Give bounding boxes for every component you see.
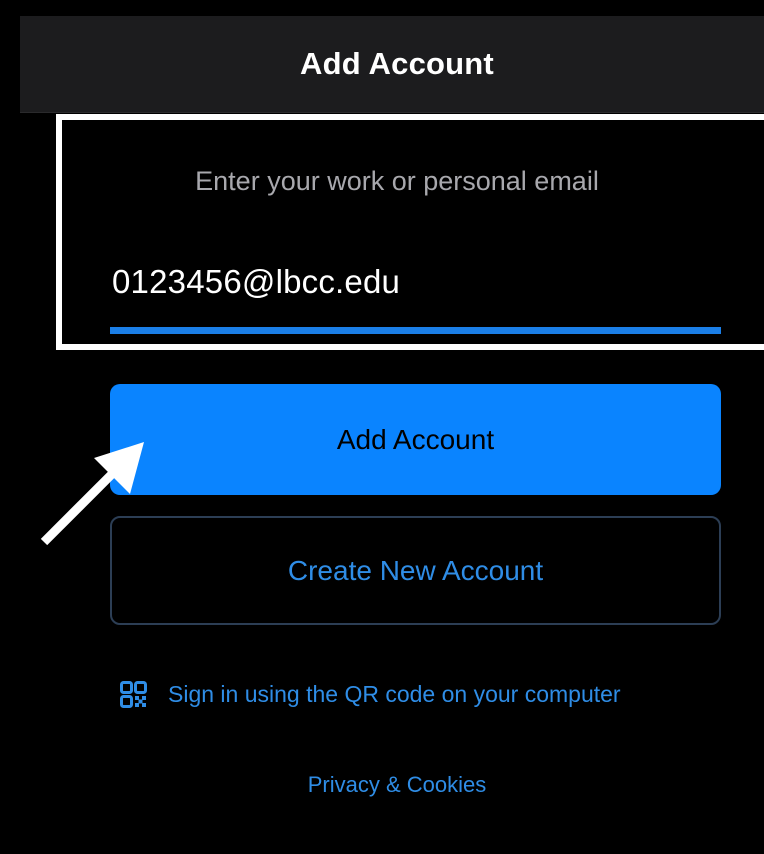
qr-code-icon [120,680,147,708]
pointer-arrow-icon [40,442,144,546]
add-account-button-label: Add Account [336,423,495,455]
email-highlight-annotation [56,114,764,350]
page-title: Add Account [300,46,494,81]
create-new-account-button[interactable]: Create New Account [110,516,721,625]
screenshot-frame: Add Account Enter your work or personal … [0,0,764,854]
privacy-cookies-link[interactable]: Privacy & Cookies [20,772,764,798]
create-new-account-button-label: Create New Account [287,554,544,586]
qr-sign-in-link[interactable]: Sign in using the QR code on your comput… [120,674,621,714]
add-account-button[interactable]: Add Account [110,384,721,495]
title-bar: Add Account [20,16,764,113]
qr-sign-in-label: Sign in using the QR code on your comput… [168,680,621,707]
